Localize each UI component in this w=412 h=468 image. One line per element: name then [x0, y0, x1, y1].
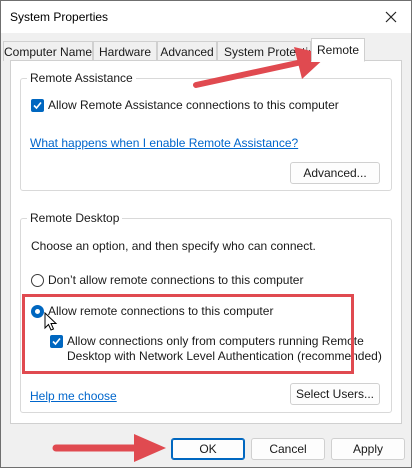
tab-remote[interactable]: Remote: [311, 38, 365, 62]
tab-computer-name[interactable]: Computer Name: [3, 41, 93, 61]
tab-label: Hardware: [98, 45, 152, 59]
tab-hardware[interactable]: Hardware: [93, 41, 157, 61]
cancel-button[interactable]: Cancel: [251, 438, 325, 460]
allow-remote-assistance-checkbox[interactable]: Allow Remote Assistance connections to t…: [31, 98, 339, 112]
cancel-label: Cancel: [269, 442, 307, 456]
select-users-button[interactable]: Select Users...: [290, 383, 380, 405]
checkbox-checked-icon: [31, 99, 44, 112]
close-button[interactable]: [371, 1, 411, 33]
annotation-highlight-box: [22, 294, 354, 374]
close-icon: [385, 11, 397, 23]
tab-label: Advanced: [160, 45, 214, 59]
tab-strip: Computer Name Hardware Advanced System P…: [1, 38, 411, 62]
title-bar: System Properties: [1, 1, 411, 33]
apply-button[interactable]: Apply: [331, 438, 405, 460]
ok-label: OK: [199, 442, 217, 456]
radio-unselected-icon: [31, 274, 44, 287]
dont-allow-remote-label: Don’t allow remote connections to this c…: [48, 273, 304, 287]
remote-assistance-group: Remote Assistance Allow Remote Assistanc…: [20, 71, 392, 191]
ok-button[interactable]: OK: [171, 438, 245, 460]
tab-label: Computer Name: [4, 45, 93, 59]
remote-desktop-instruction: Choose an option, and then specify who c…: [31, 239, 316, 253]
remote-assistance-help-link[interactable]: What happens when I enable Remote Assist…: [30, 136, 298, 150]
allow-remote-assistance-label: Allow Remote Assistance connections to t…: [48, 98, 339, 112]
apply-label: Apply: [352, 442, 384, 456]
select-users-label: Select Users...: [295, 387, 375, 401]
system-properties-dialog: System Properties Computer Name Hardware…: [0, 0, 412, 468]
advanced-button-label: Advanced...: [303, 166, 367, 180]
remote-assistance-title: Remote Assistance: [27, 71, 136, 85]
tab-label: Remote: [316, 43, 360, 57]
remote-desktop-title: Remote Desktop: [27, 211, 123, 225]
advanced-button[interactable]: Advanced...: [290, 162, 380, 184]
tab-system-protection[interactable]: System Protection: [217, 41, 311, 61]
dont-allow-remote-radio[interactable]: Don’t allow remote connections to this c…: [31, 273, 303, 287]
help-me-choose-link[interactable]: Help me choose: [30, 389, 117, 403]
window-title: System Properties: [10, 10, 109, 24]
tab-label: System Protection: [224, 45, 310, 59]
tab-advanced[interactable]: Advanced: [157, 41, 217, 61]
